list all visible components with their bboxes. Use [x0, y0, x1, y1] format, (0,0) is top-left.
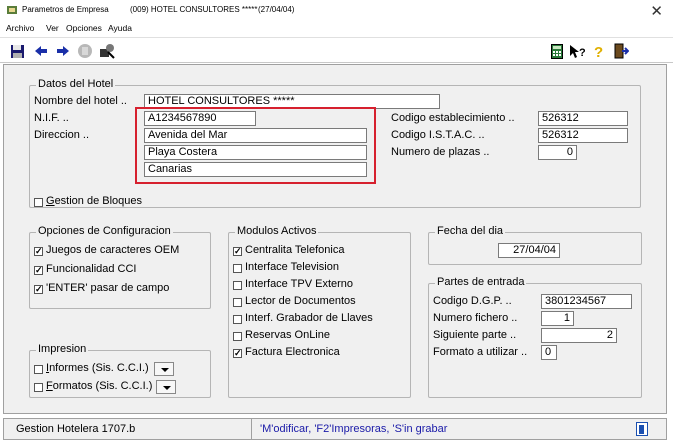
lector-documentos-checkbox[interactable]: [233, 298, 242, 307]
juegos-caracteres-label: Juegos de caracteres OEM: [46, 244, 180, 256]
juegos-caracteres-checkbox[interactable]: [34, 247, 43, 256]
nif-label: N.I.F. ..: [34, 112, 69, 124]
reservas-online-checkbox[interactable]: [233, 332, 242, 341]
keyboard-hint-text: 'M'odificar, 'F2'Impresoras, 'S'in graba…: [260, 423, 448, 435]
formatos-dropdown[interactable]: [156, 380, 176, 394]
impresion-title: Impresion: [36, 343, 89, 355]
grabador-llaves-checkbox[interactable]: [233, 315, 242, 324]
interface-television-checkbox[interactable]: [233, 264, 242, 273]
interface-tpv-label: Interface TPV Externo: [245, 278, 354, 290]
arrow-right-icon[interactable]: [54, 42, 72, 60]
formato-input[interactable]: 0: [541, 345, 557, 360]
toolbar: ? ?: [0, 37, 673, 63]
codigo-istac-label: Codigo I.S.T.A.C. ..: [391, 129, 485, 141]
status-bar: Gestion Hotelera 1707.b 'M'odificar, 'F2…: [3, 418, 667, 440]
informes-checkbox[interactable]: [34, 365, 43, 374]
interface-tpv-checkbox[interactable]: [233, 281, 242, 290]
numero-plazas-label: Numero de plazas ..: [391, 146, 490, 158]
gestion-bloques-label: Gestion de Bloques: [46, 195, 143, 207]
opciones-title: Opciones de Configuracion: [36, 225, 173, 237]
codigo-establecimiento-input[interactable]: 526312: [538, 111, 628, 126]
status-indicator-icon: [636, 422, 648, 436]
funcionalidad-cci-label: Funcionalidad CCI: [46, 263, 137, 275]
lector-documentos-label: Lector de Documentos: [245, 295, 356, 307]
title-bar: Parametros de Empresa (009) HOTEL CONSUL…: [0, 0, 673, 22]
close-icon[interactable]: ✕: [650, 2, 663, 20]
context-help-icon[interactable]: ?: [568, 42, 586, 60]
codigo-establecimiento-label: Codigo establecimiento ..: [391, 112, 515, 124]
codigo-istac-input[interactable]: 526312: [538, 128, 628, 143]
menu-ayuda[interactable]: Ayuda: [108, 23, 132, 33]
menu-ver[interactable]: Ver: [46, 23, 59, 33]
window-title-app: Parametros de Empresa: [22, 5, 109, 14]
direccion-label: Direccion ..: [34, 129, 90, 141]
arrow-left-icon[interactable]: [32, 42, 50, 60]
app-icon: [7, 6, 17, 14]
funcionalidad-cci-checkbox[interactable]: [34, 266, 43, 275]
menu-bar: Archivo Ver Opciones Ayuda: [0, 22, 673, 36]
formatos-label: Formatos (Sis. C.C.I.): [46, 380, 153, 392]
interface-television-label: Interface Television: [245, 261, 339, 273]
modulos-title: Modulos Activos: [235, 225, 319, 237]
informes-label: Informes (Sis. C.C.I.): [46, 362, 149, 374]
window-title-hotel: (009) HOTEL CONSULTORES *****: [130, 5, 258, 14]
help-icon[interactable]: ?: [590, 42, 608, 60]
enter-pasar-campo-label: 'ENTER' pasar de campo: [46, 282, 170, 294]
centralita-label: Centralita Telefonica: [245, 244, 345, 256]
gestion-bloques-checkbox[interactable]: [34, 198, 43, 207]
window-title-date: (27/04/04): [258, 5, 295, 14]
exit-icon[interactable]: [612, 42, 630, 60]
grabador-llaves-label: Interf. Grabador de Llaves: [245, 312, 373, 324]
factura-electronica-checkbox[interactable]: [233, 349, 242, 358]
codigo-dgp-input[interactable]: 3801234567: [541, 294, 632, 309]
fecha-input[interactable]: 27/04/04: [498, 243, 560, 258]
siguiente-parte-input[interactable]: 2: [541, 328, 617, 343]
calculator-icon[interactable]: [548, 42, 566, 60]
informes-dropdown[interactable]: [154, 362, 174, 376]
form-panel: Datos del Hotel Nombre del hotel .. HOTE…: [3, 64, 667, 414]
svg-text:?: ?: [579, 47, 585, 59]
menu-archivo[interactable]: Archivo: [6, 23, 34, 33]
formato-label: Formato a utilizar ..: [433, 346, 528, 358]
highlight-box: [135, 107, 376, 184]
formatos-checkbox[interactable]: [34, 383, 43, 392]
enter-pasar-campo-checkbox[interactable]: [34, 285, 43, 294]
numero-plazas-input[interactable]: 0: [538, 145, 577, 160]
numero-fichero-input[interactable]: 1: [541, 311, 574, 326]
centralita-checkbox[interactable]: [233, 247, 242, 256]
fecha-title: Fecha del dia: [435, 225, 506, 237]
factura-electronica-label: Factura Electronica: [245, 346, 340, 358]
numero-fichero-label: Numero fichero ..: [433, 312, 518, 324]
datos-hotel-title: Datos del Hotel: [36, 78, 116, 90]
save-icon[interactable]: [8, 42, 26, 60]
reservas-online-label: Reservas OnLine: [245, 329, 330, 341]
user-settings-icon[interactable]: [98, 42, 116, 60]
app-version-text: Gestion Hotelera 1707.b: [4, 419, 252, 439]
svg-text:?: ?: [594, 44, 603, 59]
nombre-hotel-label: Nombre del hotel ..: [34, 95, 127, 107]
partes-title: Partes de entrada: [435, 276, 527, 288]
menu-opciones[interactable]: Opciones: [66, 23, 102, 33]
codigo-dgp-label: Codigo D.G.P. ..: [433, 295, 512, 307]
disabled-record-icon: [76, 42, 94, 60]
siguiente-parte-label: Siguiente parte ..: [433, 329, 517, 341]
